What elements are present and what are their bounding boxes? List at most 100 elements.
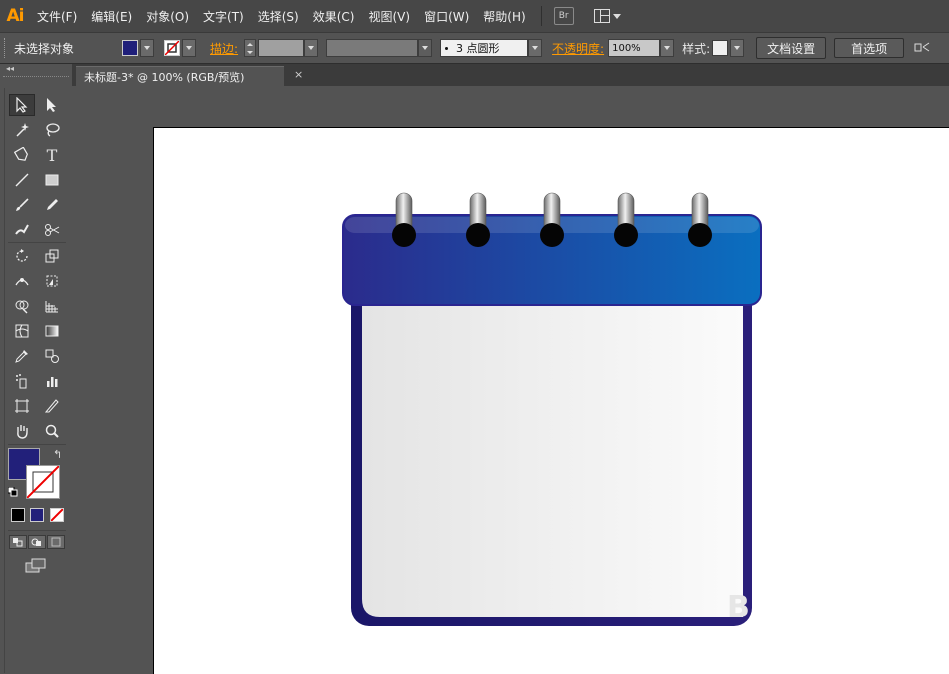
graphic-style-swatch[interactable] [712, 40, 729, 56]
fill-swatch[interactable] [122, 40, 138, 56]
menu-window[interactable]: 窗口(W) [417, 8, 476, 25]
swap-fill-stroke-icon[interactable]: ↰ [53, 448, 62, 461]
menu-effect[interactable]: 效果(C) [306, 8, 362, 25]
magic-wand-tool[interactable] [9, 119, 35, 141]
menu-bar: Ai 文件(F) 编辑(E) 对象(O) 文字(T) 选择(S) 效果(C) 视… [0, 0, 949, 32]
hand-tool[interactable] [9, 420, 35, 442]
rotate-tool[interactable] [9, 245, 35, 267]
gradient-tool[interactable] [39, 320, 65, 342]
scissors-tool[interactable] [39, 219, 65, 241]
menu-type[interactable]: 文字(T) [196, 8, 251, 25]
shape-builder-tool[interactable] [9, 295, 35, 317]
stroke-weight-input[interactable] [258, 39, 305, 57]
artboard-tool[interactable] [9, 395, 35, 417]
opacity-label[interactable]: 不透明度: [552, 40, 604, 57]
rectangle-icon [45, 174, 59, 186]
blob-brush-icon [15, 224, 29, 235]
opacity-input[interactable]: 100% [608, 39, 661, 57]
menu-select[interactable]: 选择(S) [251, 8, 306, 25]
symbol-sprayer-tool[interactable] [9, 370, 35, 392]
variable-width-profile[interactable] [326, 39, 419, 57]
profile-dropdown[interactable] [418, 39, 433, 57]
rotate-icon [16, 249, 28, 262]
draw-normal-button[interactable] [9, 535, 27, 549]
arrange-documents-button[interactable] [593, 9, 621, 23]
magic-wand-icon [16, 123, 29, 137]
collapse-panel-icon[interactable]: ◂◂ [0, 64, 72, 74]
draw-inside-button[interactable] [47, 535, 65, 549]
type-tool[interactable]: T [39, 144, 65, 166]
stroke-weight-dropdown[interactable] [304, 39, 319, 57]
pencil-tool[interactable] [39, 194, 65, 216]
pen-tool[interactable] [9, 144, 35, 166]
slice-tool[interactable] [39, 395, 65, 417]
eyedropper-tool[interactable] [9, 345, 35, 367]
column-graph-icon [47, 377, 58, 387]
rectangle-tool[interactable] [39, 169, 65, 191]
stroke-label[interactable]: 描边: [210, 40, 238, 57]
preferences-button[interactable]: 首选项 [834, 38, 905, 58]
width-tool[interactable] [9, 270, 35, 292]
panel-grip[interactable] [3, 76, 69, 79]
direct-selection-tool[interactable] [39, 94, 65, 116]
selection-arrow-icon [16, 97, 28, 113]
line-icon [15, 173, 29, 187]
watermark-logo: B [727, 590, 750, 625]
direct-selection-arrow-icon [47, 98, 56, 112]
bridge-button[interactable]: Br [553, 7, 574, 25]
default-fill-stroke-icon[interactable] [7, 486, 18, 497]
draw-behind-button[interactable] [28, 535, 46, 549]
brush-dropdown[interactable] [528, 39, 543, 57]
chevron-down-icon [308, 46, 315, 50]
artboard[interactable] [153, 127, 949, 674]
artboard-icon [15, 399, 29, 413]
column-graph-tool[interactable] [39, 370, 65, 392]
menu-file[interactable]: 文件(F) [30, 8, 84, 25]
screen-mode-icon [25, 558, 46, 573]
tool-divider [8, 242, 66, 243]
line-segment-tool[interactable] [9, 169, 35, 191]
free-transform-tool[interactable] [39, 270, 65, 292]
stroke-swatch[interactable] [164, 40, 180, 56]
mesh-tool[interactable] [9, 320, 35, 342]
blob-brush-tool[interactable] [9, 219, 35, 241]
lasso-tool[interactable] [39, 119, 65, 141]
tools-panel: ◂◂ T ↰ [0, 64, 72, 673]
fill-dropdown[interactable] [140, 39, 154, 57]
zoom-tool[interactable] [39, 420, 65, 442]
none-mode-button[interactable] [50, 508, 64, 522]
panel-grip[interactable] [4, 38, 9, 58]
menu-help[interactable]: 帮助(H) [476, 8, 532, 25]
paintbrush-tool[interactable] [9, 194, 35, 216]
close-icon[interactable]: × [294, 68, 303, 81]
chevron-down-icon [422, 46, 429, 50]
stroke-color-box[interactable] [26, 465, 60, 499]
document-tab-bar: 未标题-3* @ 100% (RGB/预览) × [72, 64, 949, 86]
document-setup-button[interactable]: 文档设置 [756, 37, 827, 59]
chevron-down-icon [664, 46, 671, 50]
menu-edit[interactable]: 编辑(E) [84, 8, 139, 25]
chevron-down-icon [612, 13, 621, 19]
gradient-mode-button[interactable] [30, 508, 44, 522]
menu-view[interactable]: 视图(V) [361, 8, 417, 25]
change-screen-mode-button[interactable] [25, 558, 47, 577]
stroke-weight-stepper[interactable] [244, 39, 257, 57]
brush-dot-icon [445, 46, 449, 50]
free-transform-icon [46, 275, 58, 287]
brush-definition[interactable]: 3 点圆形 [440, 39, 529, 57]
blend-tool[interactable] [39, 345, 65, 367]
selection-tool[interactable] [9, 94, 35, 116]
brush-label: 3 点圆形 [456, 42, 500, 55]
scale-tool[interactable] [39, 245, 65, 267]
style-label: 样式: [682, 41, 711, 56]
perspective-grid-tool[interactable] [39, 295, 65, 317]
menu-object[interactable]: 对象(O) [139, 8, 196, 25]
color-mode-button[interactable] [11, 508, 25, 522]
chevron-down-icon [734, 46, 741, 50]
graphic-style-dropdown[interactable] [730, 39, 745, 57]
control-panel: 未选择对象 描边: 3 点圆形 不透明度: 100% 样式: 文档设置 首选项 [0, 32, 949, 64]
opacity-dropdown[interactable] [660, 39, 675, 57]
stroke-dropdown[interactable] [182, 39, 196, 57]
control-panel-menu[interactable] [914, 41, 932, 55]
document-tab[interactable]: 未标题-3* @ 100% (RGB/预览) [76, 66, 284, 86]
